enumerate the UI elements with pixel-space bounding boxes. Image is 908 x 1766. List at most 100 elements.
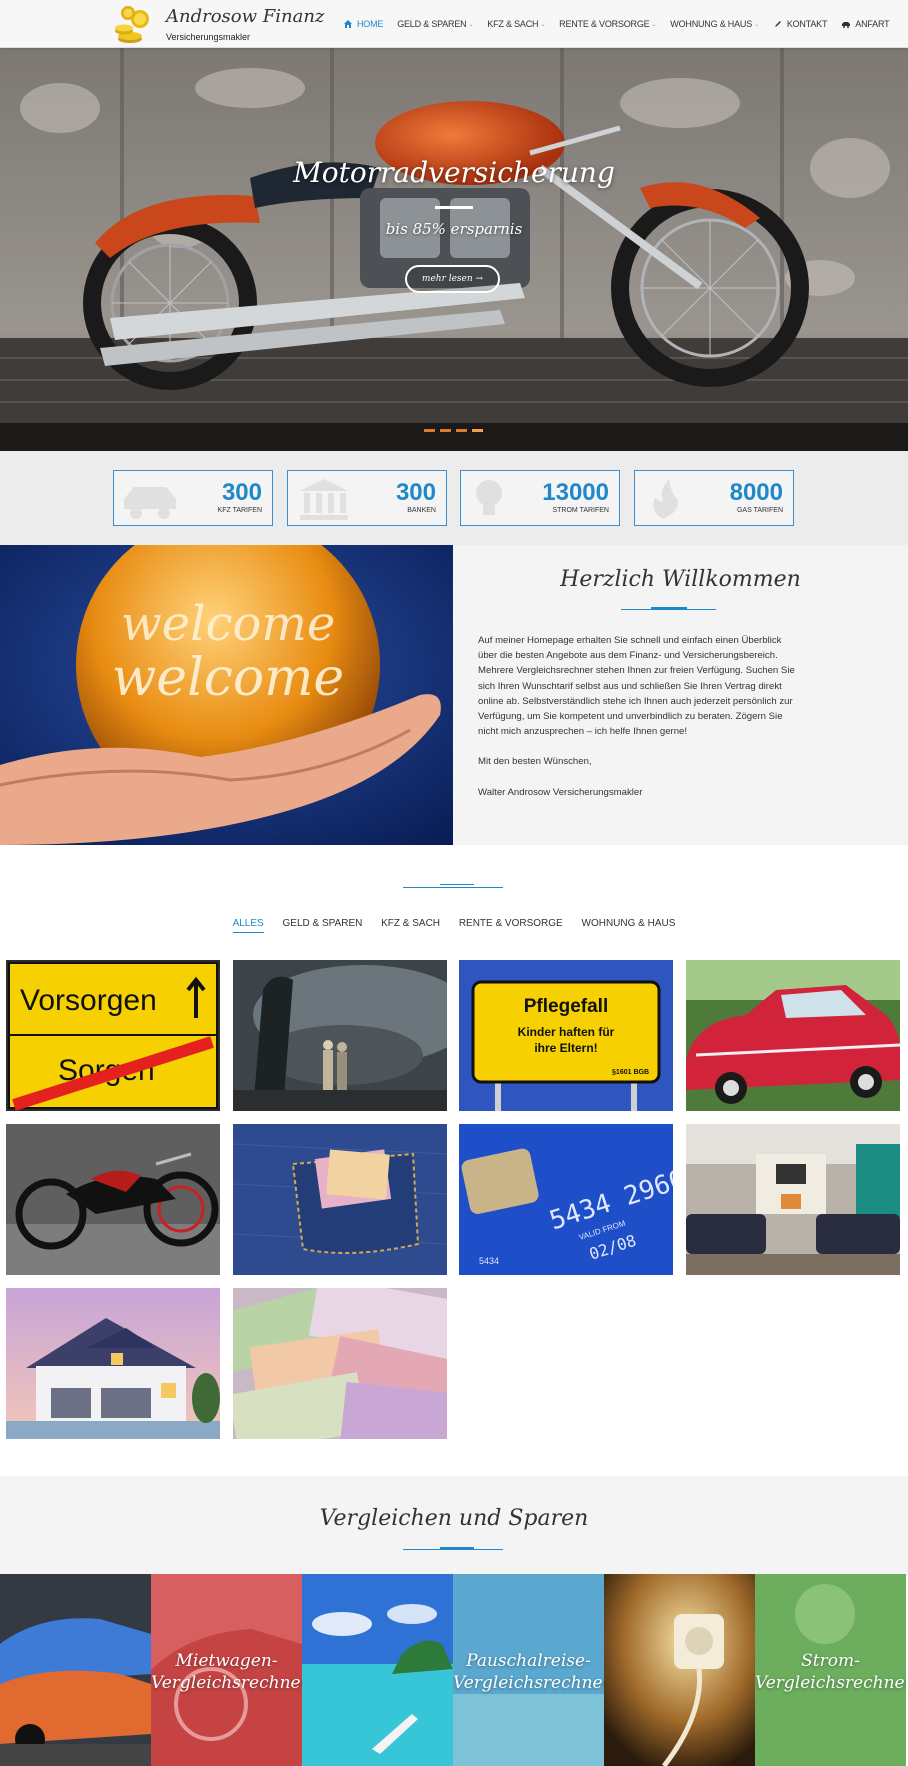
portfolio-item-jeans-money[interactable] [233, 1124, 447, 1275]
stat-kfz: 300 KFZ TARIFEN [113, 470, 273, 526]
title-divider [621, 609, 716, 610]
stat-label: KFZ TARIFEN [217, 507, 262, 514]
vorsorgen-sign-photo: Vorsorgen Sorgen [6, 960, 220, 1111]
welcome-signature: Walter Androsow Versicherungsmakler [478, 786, 643, 798]
strom-label-text: Strom- Vergleichsrechner [755, 1651, 906, 1693]
car-icon [124, 487, 176, 519]
flame-icon [653, 479, 678, 519]
portfolio-item-elderly[interactable] [233, 960, 447, 1111]
title-divider-accent [651, 607, 687, 609]
portfolio-item-classic-car[interactable] [686, 960, 900, 1111]
calculator-panel-socket[interactable] [604, 1574, 755, 1766]
portfolio-item-chopper[interactable] [6, 1124, 220, 1275]
brand-subtitle: Versicherungsmakler [166, 32, 251, 42]
portfolio-item-pflegefall[interactable]: Pflegefall Kinder haften für ihre Eltern… [459, 960, 673, 1111]
strom-label: Strom- Vergleichsrechner [755, 1650, 906, 1694]
filter-kfz-sach[interactable]: KFZ & SACH [381, 918, 440, 929]
nav-geld-sparen[interactable]: GELD & SPAREN ⌄ [397, 19, 473, 29]
slide-dot[interactable] [456, 429, 467, 432]
calculator-panel-mietwagen[interactable]: Mietwagen- Vergleichsrechner [151, 1574, 302, 1766]
calculator-panel-pauschalreise[interactable]: Pauschalreise- Vergleichsrechner [453, 1574, 604, 1766]
pauschalreise-label: Pauschalreise- Vergleichsrechner [453, 1650, 604, 1694]
stat-gas: 8000 GAS TARIFEN [634, 470, 794, 526]
filter-rente-vorsorge[interactable]: RENTE & VORSORGE [459, 918, 563, 929]
calculator-panel-cars[interactable] [0, 1574, 151, 1766]
compare-section: Vergleichen und Sparen [0, 1476, 908, 1576]
portfolio-item-vorsorgen[interactable]: Vorsorgen Sorgen [6, 960, 220, 1111]
bulb-icon [476, 480, 502, 515]
nav-rente-vorsorge[interactable]: RENTE & VORSORGE ⌄ [559, 19, 656, 29]
elderly-couple-photo [233, 960, 447, 1111]
portfolio-item-living-room[interactable] [686, 1124, 900, 1275]
slider-pagination [424, 429, 488, 432]
nav-geld-sparen-label: GELD & SPAREN [397, 19, 467, 29]
read-more-button[interactable]: mehr lesen → [405, 265, 500, 293]
mietwagen-label: Mietwagen- Vergleichsrechner [151, 1650, 302, 1694]
pen-icon [774, 21, 781, 27]
chevron-down-icon: ⌄ [540, 21, 546, 28]
nav-anfart-label: ANFART [855, 19, 890, 29]
nav-home[interactable]: HOME [343, 19, 383, 29]
slide-dot-active[interactable] [472, 429, 483, 432]
hero-divider [435, 206, 473, 209]
stat-strom: 13000 STROM TARIFEN [460, 470, 620, 526]
card-small-number: 5434 [479, 1256, 499, 1266]
nav-kfz-sach-label: KFZ & SACH [487, 19, 539, 29]
nav-kontakt-label: KONTAKT [786, 19, 828, 29]
stat-value: 300 [221, 479, 262, 506]
sports-cars-photo [0, 1574, 151, 1766]
welcome-section: Herzlich Willkommen Auf meiner Homepage … [453, 545, 908, 845]
bank-icon [300, 479, 348, 520]
nav-home-label: HOME [357, 19, 384, 29]
portfolio-item-euro-notes[interactable] [233, 1288, 447, 1439]
section-divider [403, 887, 503, 888]
pflegefall-sign-photo: Pflegefall Kinder haften für ihre Eltern… [459, 960, 673, 1111]
nav-kontakt[interactable]: KONTAKT [773, 19, 827, 29]
chevron-down-icon: ⌄ [651, 21, 657, 28]
filter-geld-sparen[interactable]: GELD & SPAREN [283, 918, 363, 929]
motorcycle-photo [0, 48, 908, 451]
portfolio-filters: ALLES GELD & SPAREN KFZ & SACH RENTE & V… [0, 918, 908, 933]
stat-value: 13000 [542, 479, 609, 506]
hero-subtitle: bis 85% ersparnis [385, 220, 523, 238]
logo[interactable]: Androsow Finanz Versicherungsmakler [110, 3, 324, 45]
nav-anfart[interactable]: ANFART [841, 19, 890, 29]
stats-section: 300 KFZ TARIFEN 300 BANKEN 13000 STROM T… [0, 451, 908, 545]
pflegefall-line2: ihre Eltern! [534, 1041, 597, 1055]
stat-value: 300 [395, 479, 436, 506]
calculator-panel-strom[interactable]: Strom- Vergleichsrechner [755, 1574, 906, 1766]
nav-wohnung-haus[interactable]: WOHNUNG & HAUS ⌄ [670, 19, 759, 29]
slide-dot[interactable] [424, 429, 435, 432]
vorsorgen-text: Vorsorgen [20, 984, 157, 1017]
chopper-photo [6, 1124, 220, 1275]
nav-kfz-sach[interactable]: KFZ & SACH ⌄ [487, 19, 545, 29]
welcome-paragraph: Auf meiner Homepage erhalten Sie schnell… [478, 635, 795, 738]
portfolio-item-house[interactable] [6, 1288, 220, 1439]
portfolio-item-credit-card[interactable]: 5434 2960 VALID FROM 02/08 5434 [459, 1124, 673, 1275]
mietwagen-label-text: Mietwagen- Vergleichsrechner [151, 1651, 302, 1693]
car-icon [842, 22, 851, 28]
power-socket-photo [604, 1574, 755, 1766]
classic-car-photo [686, 960, 900, 1111]
welcome-image-text: welcome [121, 596, 336, 652]
coins-logo-icon [115, 6, 149, 43]
home-icon [344, 20, 352, 28]
beach-photo [302, 1574, 453, 1766]
section-divider-accent [440, 884, 474, 885]
stat-label: BANKEN [407, 507, 436, 514]
welcome-title: Herzlich Willkommen [560, 567, 801, 592]
filter-wohnung-haus[interactable]: WOHNUNG & HAUS [582, 918, 676, 929]
pflegefall-title: Pflegefall [524, 996, 608, 1017]
chevron-down-icon: ⌄ [754, 21, 759, 28]
main-nav: HOME GELD & SPAREN ⌄ KFZ & SACH ⌄ RENTE & … [343, 16, 903, 32]
calculator-panel-beach[interactable] [302, 1574, 453, 1766]
slide-dot[interactable] [440, 429, 451, 432]
welcome-greeting: Mit den besten Wünschen, [478, 756, 592, 768]
title-divider [403, 1549, 503, 1550]
euro-notes-photo [233, 1288, 447, 1439]
filter-alles[interactable]: ALLES [232, 918, 264, 933]
pauschalreise-label-text: Pauschalreise- Vergleichsrechner [453, 1651, 604, 1693]
living-room-photo [686, 1124, 900, 1275]
jeans-money-photo [233, 1124, 447, 1275]
pflegefall-law: §1601 BGB [612, 1069, 649, 1076]
